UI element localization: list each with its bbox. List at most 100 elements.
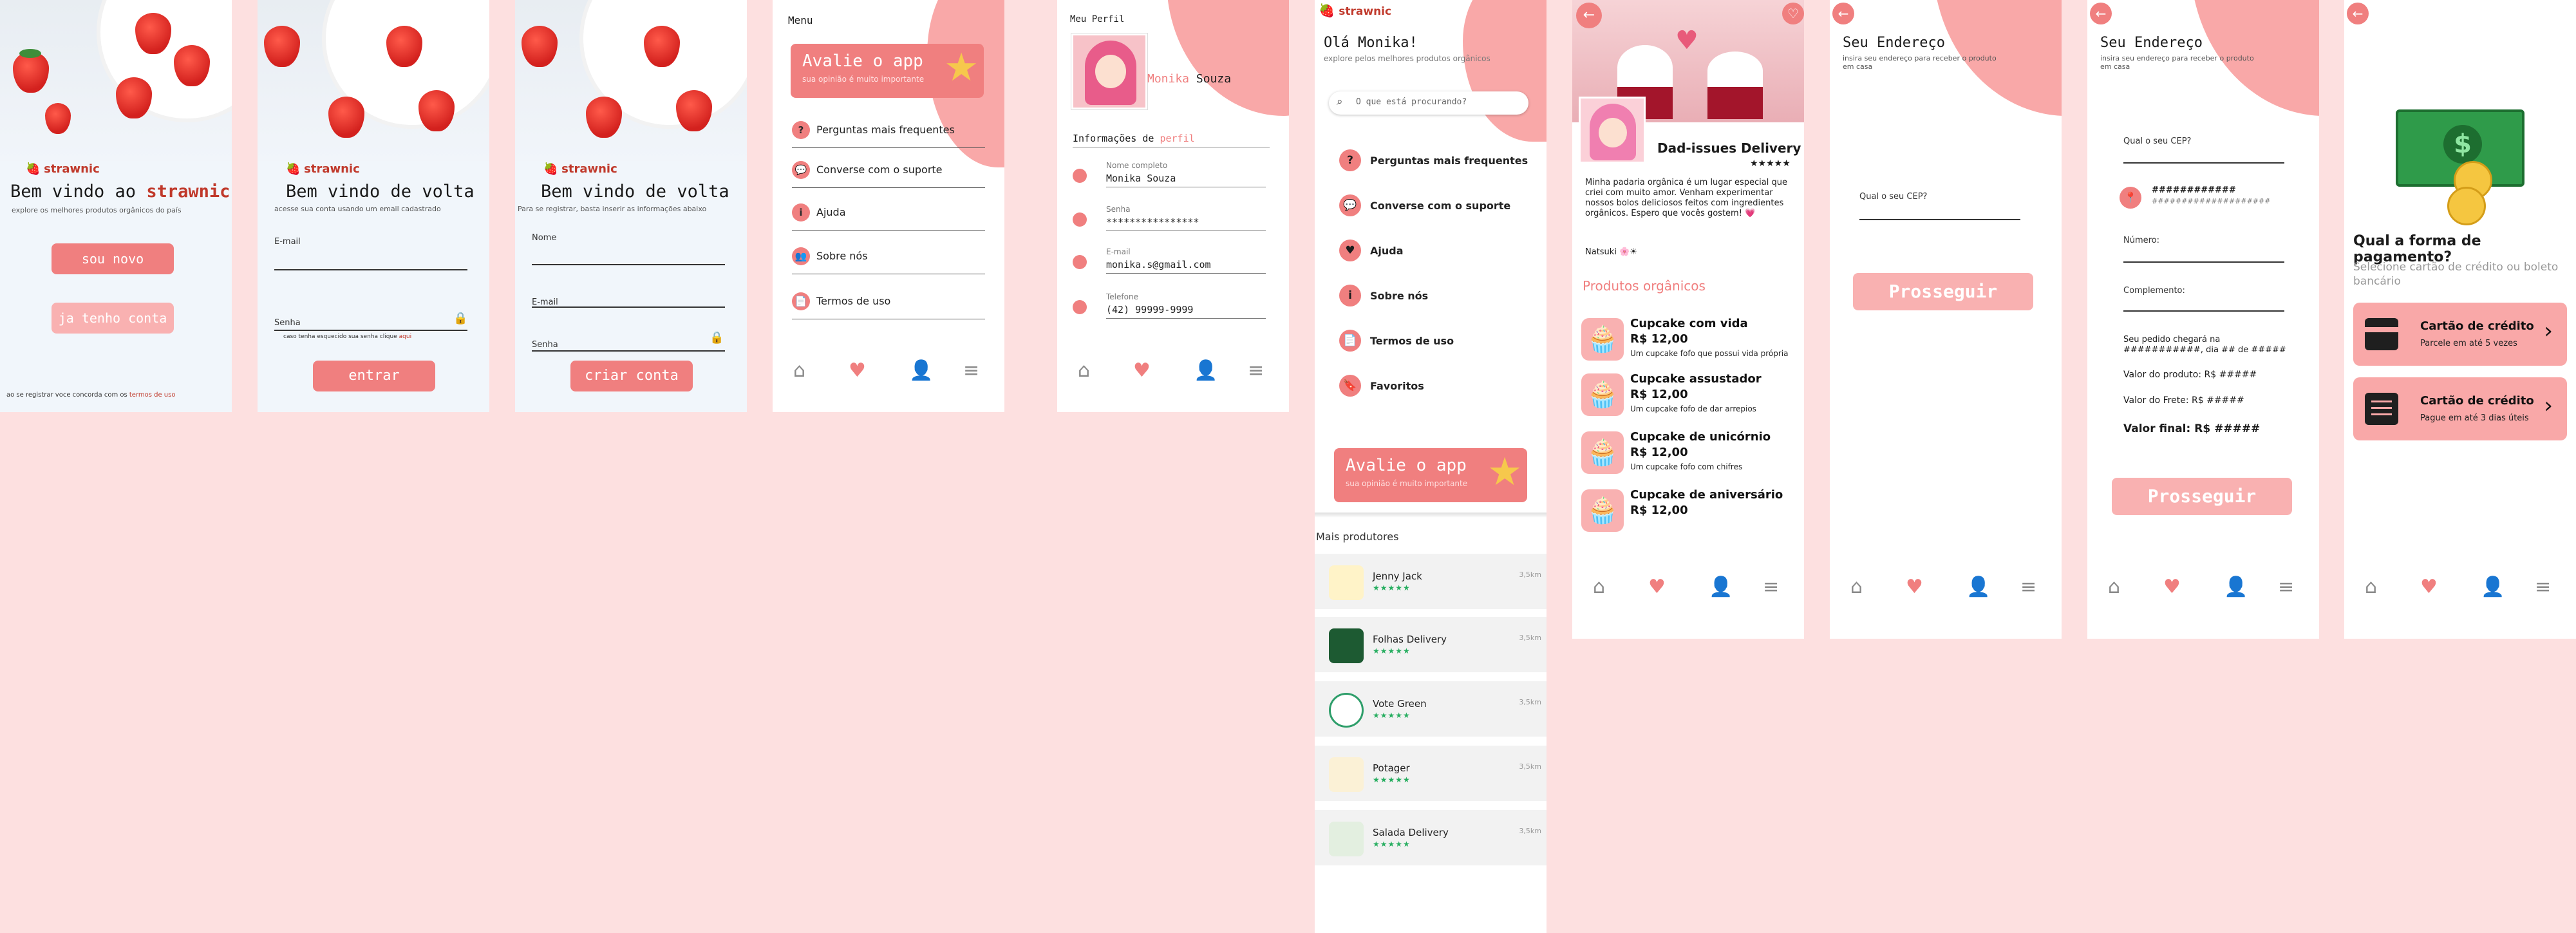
home-icon[interactable]: ⌂ (1078, 359, 1090, 382)
home-icon[interactable]: ⌂ (1593, 576, 1605, 598)
profile-name: Monika Souza (1147, 72, 1232, 86)
chat-icon: 💬 (1339, 194, 1361, 216)
store-item[interactable]: Jenny Jack ★★★★★ 3,5km (1315, 554, 1547, 609)
lock-icon: 🔒 (453, 312, 468, 325)
home-icon[interactable]: ⌂ (1850, 576, 1863, 598)
back-arrow-icon[interactable]: ← (2090, 3, 2112, 24)
profile-icon[interactable]: 👤 (1194, 359, 1217, 382)
home-item-help[interactable]: ♥ Ajuda (1339, 232, 1532, 270)
home-item-about[interactable]: i Sobre nós (1339, 277, 1532, 316)
rate-title: Avalie o app (1346, 456, 1467, 475)
heart-icon[interactable]: ♥ (1906, 576, 1923, 598)
favorite-heart-icon[interactable]: ♡ (1782, 3, 1804, 24)
menu-icon[interactable]: ≡ (2020, 576, 2036, 598)
home-item-support[interactable]: 💬 Converse com o suporte (1339, 187, 1532, 225)
heart-icon[interactable]: ♥ (849, 359, 866, 382)
complement-field[interactable] (2123, 310, 2284, 312)
brand-logo: 🍓 strawnic (1319, 3, 1392, 18)
profile-icon[interactable]: 👤 (2481, 576, 2505, 598)
product-item[interactable]: 🧁 Cupcake com vida R$ 12,00 Um cupcake fofo… (1581, 316, 1800, 368)
menu-icon[interactable]: ≡ (963, 359, 979, 382)
menu-item-terms[interactable]: 📄 Termos de uso (792, 287, 985, 319)
register-title: Bem vindo de volta (541, 182, 729, 202)
heart-icon[interactable]: ♥ (1133, 359, 1151, 382)
profile-icon[interactable]: 👤 (2224, 576, 2248, 598)
credit-card-option[interactable]: Cartão de crédito Parcele em até 5 vezes… (2353, 303, 2567, 366)
menu-item-support[interactable]: 💬 Converse com o suporte (792, 156, 985, 188)
chat-icon: 💬 (792, 161, 810, 179)
question-icon: ? (1339, 149, 1361, 171)
store-item[interactable]: Folhas Delivery ★★★★★ 3,5km (1315, 617, 1547, 672)
password-label: Senha (274, 318, 301, 328)
home-icon[interactable]: ⌂ (2108, 576, 2120, 598)
new-user-button[interactable]: sou novo (52, 243, 174, 274)
profile-icon[interactable]: 👤 (1966, 576, 1990, 598)
menu-item-help[interactable]: i Ajuda (792, 198, 985, 231)
bottom-nav: ⌂ ♥ 👤 ≡ (2087, 576, 2319, 601)
bottom-nav: ⌂ ♥ 👤 ≡ (773, 359, 1004, 385)
payment-subtitle: Selecione cartão de crédito ou boleto ba… (2353, 261, 2559, 288)
number-field[interactable] (2123, 261, 2284, 263)
heart-icon[interactable]: ♥ (2420, 576, 2438, 598)
password-field[interactable] (274, 330, 467, 331)
terms-link[interactable]: termos de uso (129, 391, 176, 399)
email-field[interactable] (274, 269, 467, 270)
product-item[interactable]: 🧁 Cupcake de unicórnio R$ 12,00 Um cupcake … (1581, 429, 1800, 482)
menu-icon[interactable]: ≡ (1763, 576, 1779, 598)
more-producers-title: Mais produtores (1316, 531, 1399, 543)
back-arrow-icon[interactable]: ← (2347, 3, 2369, 24)
menu-item-faq[interactable]: ? Perguntas mais frequentes (792, 116, 985, 148)
rate-app-card[interactable]: Avalie o app sua opinião é muito importa… (791, 44, 984, 98)
login-button[interactable]: entrar (313, 361, 435, 391)
store-item[interactable]: Salada Delivery ★★★★★ 3,5km (1315, 810, 1547, 865)
star-icon: ★ (944, 45, 979, 90)
menu-item-about[interactable]: 👥 Sobre nós (792, 242, 985, 274)
create-account-button[interactable]: criar conta (570, 361, 693, 391)
chevron-right-icon: › (2544, 393, 2553, 419)
profile-icon[interactable]: 👤 (1709, 576, 1733, 598)
rate-app-card[interactable]: Avalie o app sua opinião é muito importa… (1334, 448, 1527, 502)
proceed-button[interactable]: Prosseguir (1853, 273, 2033, 310)
home-icon[interactable]: ⌂ (2365, 576, 2377, 598)
store-logo (1329, 628, 1364, 663)
email-field[interactable] (532, 306, 725, 308)
cep-field[interactable] (1859, 219, 2020, 220)
heart-icon[interactable]: ♥ (1648, 576, 1666, 598)
login-subtitle: acesse sua conta usando um email cadastr… (274, 205, 441, 213)
home-item-terms[interactable]: 📄 Termos de uso (1339, 322, 1532, 361)
have-account-button[interactable]: ja tenho conta (52, 303, 174, 334)
info-icon: i (1339, 285, 1361, 306)
search-input[interactable]: O que está procurando? (1356, 97, 1467, 107)
menu-icon[interactable]: ≡ (2535, 576, 2551, 598)
home-icon[interactable]: ⌂ (793, 359, 805, 382)
lock-icon: 🔒 (710, 331, 724, 344)
credit-card-icon (2365, 318, 2398, 350)
home-item-faq[interactable]: ? Perguntas mais frequentes (1339, 142, 1532, 180)
menu-icon[interactable]: ≡ (2278, 576, 2294, 598)
strawberry-image (0, 0, 232, 161)
forgot-link[interactable]: aqui (399, 334, 411, 340)
menu-icon[interactable]: ≡ (1248, 359, 1264, 382)
home-item-favorites[interactable]: 🔖 Favoritos (1339, 367, 1532, 406)
store-item[interactable]: Potager ★★★★★ 3,5km (1315, 746, 1547, 801)
terms-text: ao se registrar voce concorda com os ter… (6, 391, 176, 399)
proceed-button[interactable]: Prosseguir (2112, 478, 2292, 515)
search-bar[interactable]: ⌕ O que está procurando? (1329, 91, 1528, 115)
cep-field[interactable] (2123, 162, 2284, 164)
back-arrow-icon[interactable]: ← (1576, 3, 1602, 28)
store-item[interactable]: Vote Green ★★★★★ 3,5km (1315, 681, 1547, 737)
cupcake-icon: 🧁 (1581, 431, 1624, 474)
product-item[interactable]: 🧁 Cupcake assustador R$ 12,00 Um cupcake fo… (1581, 371, 1800, 424)
boleto-option[interactable]: Cartão de crédito Pague em até 3 dias út… (2353, 377, 2567, 440)
screen-login: 🍓 strawnic Bem vindo de volta acesse sua… (258, 0, 489, 412)
password-field[interactable] (532, 350, 725, 352)
product-item[interactable]: 🧁 Cupcake de aniversário R$ 12,00 (1581, 487, 1800, 540)
products-section-title: Produtos orgânicos (1583, 278, 1706, 294)
cep-label: Qual o seu CEP? (1859, 192, 1928, 202)
delivery-text: Seu pedido chegará na ###########, dia #… (2123, 335, 2286, 355)
screen-payment: ← $ Qual a forma de pagamento? Selecione… (2344, 0, 2576, 639)
back-arrow-icon[interactable]: ← (1832, 3, 1854, 24)
profile-icon[interactable]: 👤 (909, 359, 933, 382)
heart-icon[interactable]: ♥ (2163, 576, 2181, 598)
name-field[interactable] (532, 264, 725, 265)
